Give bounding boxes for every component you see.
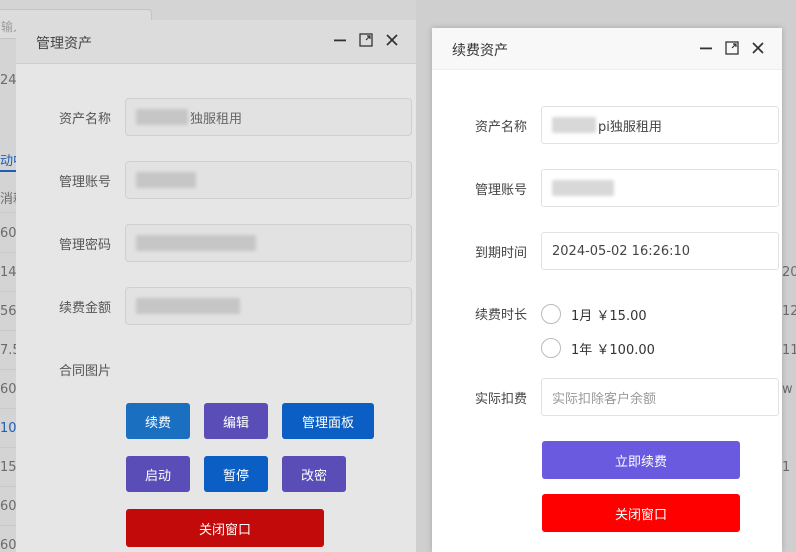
close-icon[interactable] (384, 32, 400, 48)
window-controls (698, 40, 766, 56)
renew-button[interactable]: 续费 (126, 403, 190, 439)
contract-row: 合同图片 (16, 360, 111, 379)
redacted-text (136, 235, 256, 251)
start-button[interactable]: 启动 (126, 456, 190, 492)
asset-name-value: pi独服租用 (598, 119, 662, 135)
close-icon[interactable] (750, 40, 766, 56)
option-label: 1月 ￥15.00 (571, 308, 647, 324)
background-cell: 20 (782, 265, 796, 280)
account-label: 管理账号 (474, 182, 527, 198)
window-controls (332, 32, 400, 48)
password-field[interactable] (125, 224, 412, 262)
duration-option-year[interactable]: 1年 ￥100.00 (541, 338, 655, 358)
duration-label: 续费时长 (474, 308, 527, 323)
maximize-icon[interactable] (358, 32, 374, 48)
contract-image-label: 合同图片 (58, 364, 111, 379)
account-row: 管理账号 (432, 169, 779, 207)
pause-button[interactable]: 暂停 (204, 456, 268, 492)
background-cell: 1 (782, 460, 791, 475)
redacted-text (136, 109, 188, 125)
renew-amount-row: 续费金额 (16, 287, 412, 325)
dialog-title: 续费资产 (452, 43, 508, 59)
account-row: 管理账号 (16, 161, 412, 199)
manage-panel-button[interactable]: 管理面板 (282, 403, 374, 439)
change-password-button[interactable]: 改密 (282, 456, 346, 492)
redacted-text (552, 117, 596, 133)
renew-now-button[interactable]: 立即续费 (542, 441, 740, 479)
renew-amount-label: 续费金额 (58, 300, 111, 316)
background-cell: 12 (782, 304, 796, 319)
minimize-icon[interactable] (332, 32, 348, 48)
duration-row: 续费时长 (432, 304, 527, 323)
radio-button[interactable] (541, 338, 561, 358)
duration-option-month[interactable]: 1月 ￥15.00 (541, 304, 647, 324)
background-cell: 11 (782, 343, 796, 358)
redacted-text (136, 298, 240, 314)
expire-row: 到期时间 2024-05-02 16:26:10 (432, 232, 779, 270)
expire-time-label: 到期时间 (474, 245, 527, 261)
expire-time-value: 2024-05-02 16:26:10 (552, 243, 691, 259)
radio-button[interactable] (541, 304, 561, 324)
account-field[interactable] (541, 169, 779, 207)
deduct-row: 实际扣费 实际扣除客户余额 (432, 378, 779, 416)
renew-asset-dialog: 续费资产 资产名称 pi独服租用 管理账号 到期时间 2024-05-02 16… (432, 28, 782, 552)
dialog-header: 续费资产 (432, 28, 782, 70)
asset-name-row: 资产名称 独服租用 (16, 98, 412, 136)
deduct-placeholder: 实际扣除客户余额 (552, 391, 657, 407)
asset-name-label: 资产名称 (58, 111, 111, 127)
password-row: 管理密码 (16, 224, 412, 262)
minimize-icon[interactable] (698, 40, 714, 56)
redacted-text (552, 180, 614, 196)
edit-button[interactable]: 编辑 (204, 403, 268, 439)
password-label: 管理密码 (58, 237, 111, 253)
asset-name-label: 资产名称 (474, 119, 527, 135)
option-label: 1年 ￥100.00 (571, 342, 655, 358)
redacted-text (136, 172, 196, 188)
asset-name-value: 独服租用 (190, 111, 243, 127)
asset-name-row: 资产名称 pi独服租用 (432, 106, 779, 144)
close-window-button[interactable]: 关闭窗口 (126, 509, 324, 547)
background-cell: w (782, 382, 793, 397)
deduct-input[interactable]: 实际扣除客户余额 (541, 378, 779, 416)
dialog-header: 管理资产 (16, 20, 416, 64)
manage-asset-dialog: 管理资产 资产名称 独服租用 管理账号 管理密码 续费金额 合同图片 续费 编辑… (16, 20, 416, 552)
account-field[interactable] (125, 161, 412, 199)
deduct-label: 实际扣费 (474, 391, 527, 407)
close-window-button[interactable]: 关闭窗口 (542, 494, 740, 532)
account-label: 管理账号 (58, 174, 111, 190)
expire-time-field[interactable]: 2024-05-02 16:26:10 (541, 232, 779, 270)
dialog-title: 管理资产 (36, 36, 92, 52)
background-tab-indicator (0, 170, 16, 172)
renew-amount-field[interactable] (125, 287, 412, 325)
maximize-icon[interactable] (724, 40, 740, 56)
asset-name-field[interactable]: pi独服租用 (541, 106, 779, 144)
asset-name-field[interactable]: 独服租用 (125, 98, 412, 136)
